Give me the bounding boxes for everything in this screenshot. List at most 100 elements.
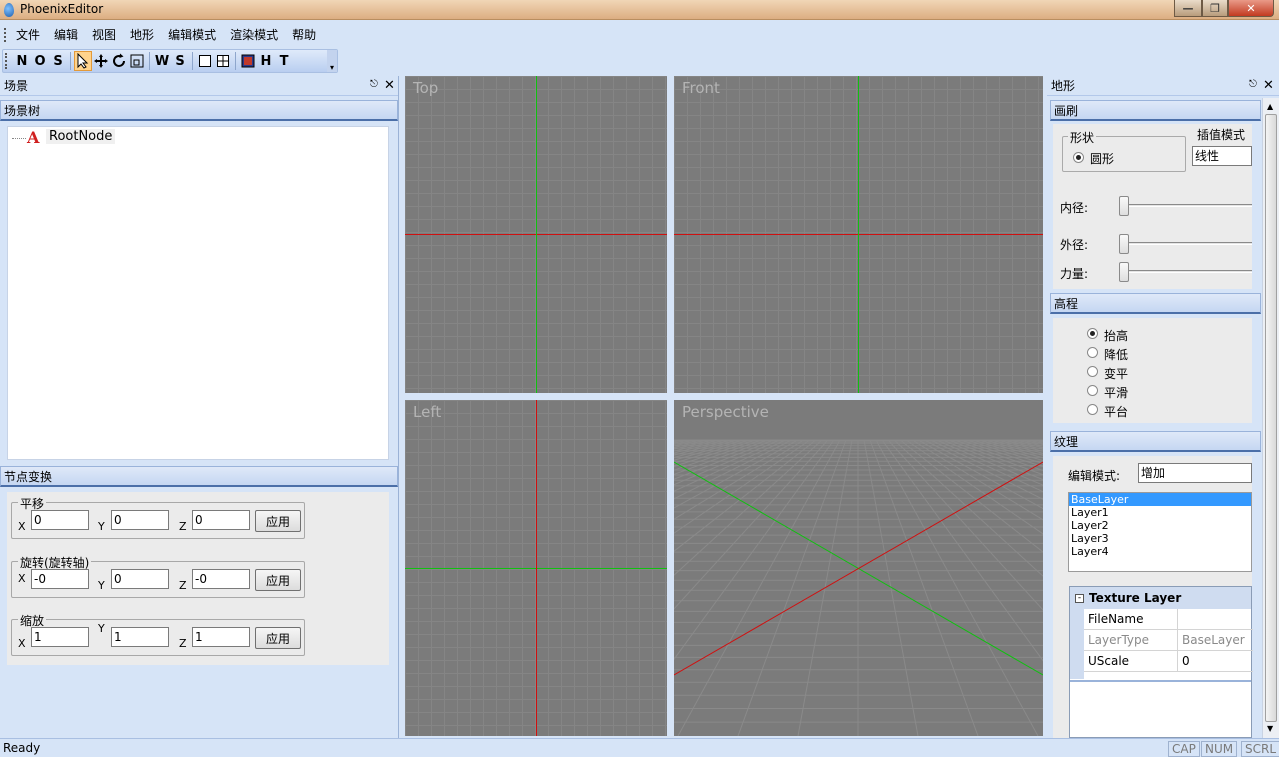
menu-edit[interactable]: 编辑 [54, 26, 78, 43]
select-tool-button[interactable] [74, 51, 92, 71]
save-button[interactable]: S [49, 51, 67, 71]
layer-list[interactable]: BaseLayer Layer1 Layer2 Layer3 Layer4 [1068, 492, 1252, 572]
scale-z-input[interactable]: 1 [192, 627, 250, 647]
plateau-radio[interactable] [1087, 404, 1098, 415]
toolbar-separator [70, 52, 71, 70]
flatten-radio[interactable] [1087, 366, 1098, 377]
terrain-panel-scrollbar[interactable]: ▲ ▼ [1262, 98, 1279, 738]
node-transform-header[interactable]: 节点变换 [0, 466, 398, 487]
apply-translate-button[interactable]: 应用 [255, 510, 301, 532]
shape-label: 形状 [1068, 129, 1097, 146]
height-header[interactable]: 高程 [1050, 293, 1261, 314]
menu-grip[interactable] [4, 27, 8, 42]
left-viewport[interactable]: Left [405, 400, 667, 736]
interp-mode-select[interactable]: 线性 [1192, 146, 1252, 166]
layer-item[interactable]: Layer1 [1069, 506, 1251, 519]
menu-view[interactable]: 视图 [92, 26, 116, 43]
raise-radio[interactable] [1087, 328, 1098, 339]
snap-button[interactable]: S [171, 51, 189, 71]
pin-icon[interactable]: ⎋ [370, 79, 378, 90]
close-panel-icon[interactable]: ✕ [1263, 78, 1274, 93]
scene-tree[interactable]: A RootNode [7, 126, 389, 460]
height-button[interactable]: H [257, 51, 275, 71]
property-grid[interactable]: - Texture Layer FileName LayerType BaseL… [1069, 586, 1253, 738]
front-viewport[interactable]: Front [674, 76, 1043, 393]
render-button[interactable] [239, 51, 257, 71]
brush-title: 画刷 [1054, 103, 1079, 118]
inner-radius-track[interactable] [1123, 204, 1252, 207]
quad-view-button[interactable] [214, 51, 232, 71]
single-view-icon [199, 55, 211, 67]
texture-button[interactable]: T [275, 51, 293, 71]
property-category[interactable]: - Texture Layer [1070, 587, 1251, 609]
inner-radius-thumb[interactable] [1119, 196, 1129, 216]
apply-scale-button[interactable]: 应用 [255, 627, 301, 649]
shape-circle-radio[interactable] [1073, 152, 1084, 163]
move-arrows-icon [94, 54, 108, 68]
property-description-divider [1070, 680, 1251, 682]
property-value[interactable]: BaseLayer [1178, 630, 1245, 650]
texture-header[interactable]: 纹理 [1050, 431, 1261, 452]
brush-header[interactable]: 画刷 [1050, 100, 1261, 121]
scale-x-input[interactable]: 1 [31, 627, 89, 647]
menu-render-mode[interactable]: 渲染模式 [230, 26, 278, 43]
layer-item[interactable]: BaseLayer [1069, 493, 1251, 506]
menu-terrain[interactable]: 地形 [130, 26, 154, 43]
property-row[interactable]: LayerType BaseLayer [1084, 630, 1253, 651]
layer-item[interactable]: Layer3 [1069, 532, 1251, 545]
translate-x-input[interactable]: 0 [31, 510, 89, 530]
scroll-up-arrow-icon[interactable]: ▲ [1267, 102, 1273, 111]
perspective-viewport[interactable]: Perspective [674, 400, 1043, 736]
scale-group: 缩放 X 1 Y 1 Z 1 应用 [11, 612, 305, 656]
menu-help[interactable]: 帮助 [292, 26, 316, 43]
scene-tree-header[interactable]: 场景树 [0, 100, 398, 121]
outer-radius-track[interactable] [1123, 242, 1252, 245]
close-panel-icon[interactable]: ✕ [384, 78, 395, 93]
translate-y-input[interactable]: 0 [111, 510, 169, 530]
apply-rotate-button[interactable]: 应用 [255, 569, 301, 591]
rotate-tool-button[interactable] [110, 51, 128, 71]
rotate-x-input[interactable]: -0 [31, 569, 89, 589]
property-row[interactable]: FileName [1084, 609, 1253, 630]
scroll-indicator: SCRL [1241, 741, 1279, 757]
menu-edit-mode[interactable]: 编辑模式 [168, 26, 216, 43]
outer-radius-thumb[interactable] [1119, 234, 1129, 254]
translate-z-input[interactable]: 0 [192, 510, 250, 530]
minimize-button[interactable]: — [1174, 0, 1202, 17]
toolbar-grip[interactable] [5, 53, 9, 69]
move-tool-button[interactable] [92, 51, 110, 71]
maximize-button[interactable]: ❐ [1202, 0, 1228, 17]
close-button[interactable]: ✕ [1228, 0, 1274, 17]
minimize-icon: — [1182, 1, 1194, 15]
new-button[interactable]: N [13, 51, 31, 71]
property-key: LayerType [1084, 630, 1178, 650]
top-viewport-label: Top [413, 79, 439, 97]
layer-item[interactable]: Layer2 [1069, 519, 1251, 532]
property-value[interactable]: 0 [1178, 651, 1190, 671]
pin-icon[interactable]: ⎋ [1249, 79, 1257, 90]
scroll-thumb[interactable] [1265, 114, 1277, 722]
toolbar-overflow-chevron-icon[interactable]: ▾ [327, 50, 337, 72]
rotate-z-input[interactable]: -0 [192, 569, 250, 589]
property-value[interactable] [1178, 609, 1182, 629]
open-button[interactable]: O [31, 51, 49, 71]
layer-item[interactable]: Layer4 [1069, 545, 1251, 558]
scale-tool-button[interactable] [128, 51, 146, 71]
property-row[interactable]: UScale 0 [1084, 651, 1253, 672]
collapse-minus-icon[interactable]: - [1075, 593, 1084, 603]
smooth-radio[interactable] [1087, 385, 1098, 396]
world-space-button[interactable]: W [153, 51, 171, 71]
edit-mode-select[interactable]: 增加 [1138, 463, 1252, 483]
menu-file[interactable]: 文件 [16, 26, 40, 43]
title-bar[interactable]: PhoenixEditor — ❐ ✕ [0, 0, 1279, 20]
strength-track[interactable] [1123, 270, 1252, 273]
single-view-button[interactable] [196, 51, 214, 71]
scale-y-input[interactable]: 1 [111, 627, 169, 647]
lower-radio[interactable] [1087, 347, 1098, 358]
tree-node-rootnode[interactable]: RootNode [46, 129, 116, 144]
scroll-down-arrow-icon[interactable]: ▼ [1267, 724, 1273, 733]
rotate-y-input[interactable]: 0 [111, 569, 169, 589]
scene-panel: 场景 ⎋ ✕ 场景树 A RootNode 节点变换 平移 X 0 Y 0 Z … [0, 76, 399, 738]
strength-thumb[interactable] [1119, 262, 1129, 282]
top-viewport[interactable]: Top [405, 76, 667, 393]
